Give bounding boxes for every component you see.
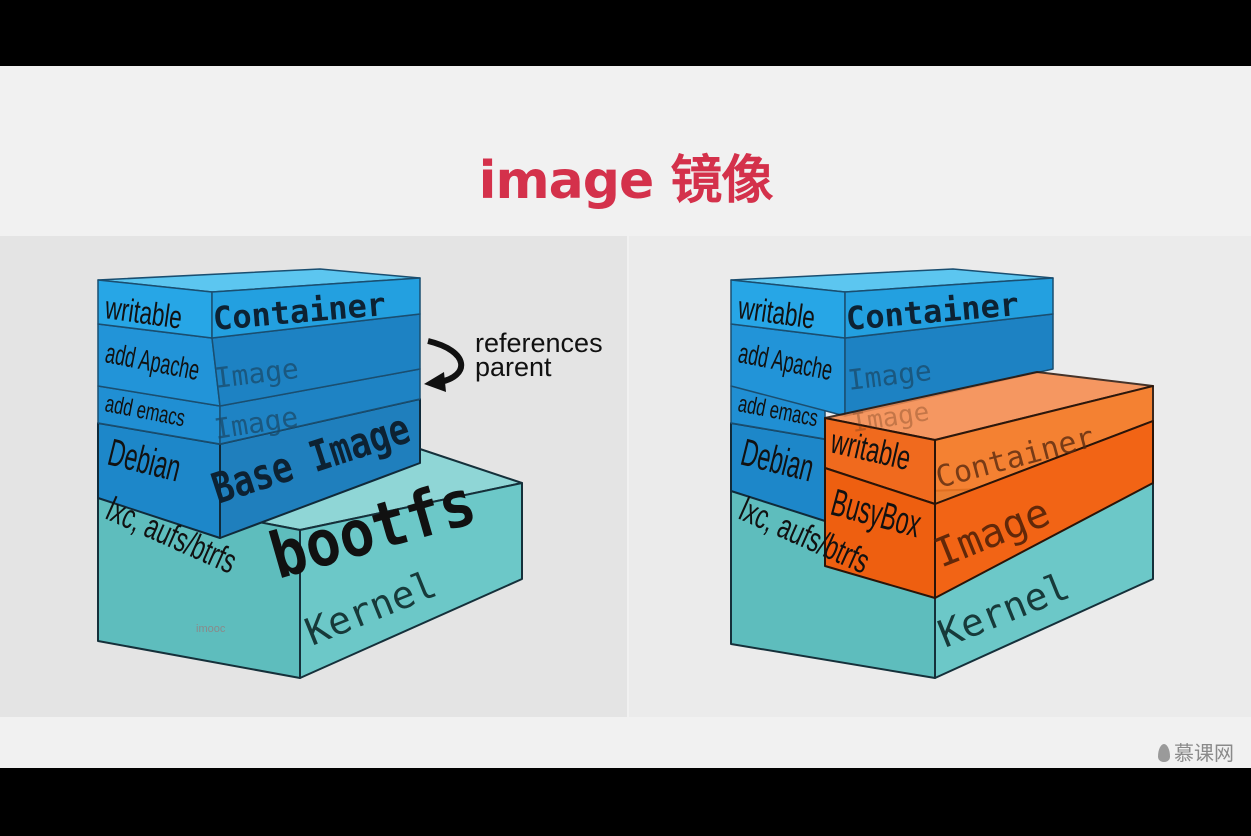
left-diagram-panel: writable add Apache add emacs Debian lxc…: [0, 236, 627, 717]
flame-icon: [1158, 744, 1170, 762]
slide-title: image 镜像: [478, 151, 774, 211]
references-parent-arrow: [427, 338, 464, 385]
logo-text: 慕课网: [1174, 741, 1234, 765]
imooc-logo: 慕课网: [1158, 737, 1234, 766]
annotation-parent: parent: [475, 352, 552, 382]
right-diagram-panel: writable add Apache add emacs Debian lxc…: [629, 236, 1251, 717]
imooc-watermark: imooc: [196, 623, 226, 635]
arrow-head: [424, 372, 446, 392]
left-layer-diagram: writable add Apache add emacs Debian lxc…: [97, 268, 603, 679]
right-layer-diagram: writable add Apache add emacs Debian lxc…: [730, 268, 1154, 679]
slide: image 镜像 writable add Apache add emacs D…: [0, 66, 1251, 768]
